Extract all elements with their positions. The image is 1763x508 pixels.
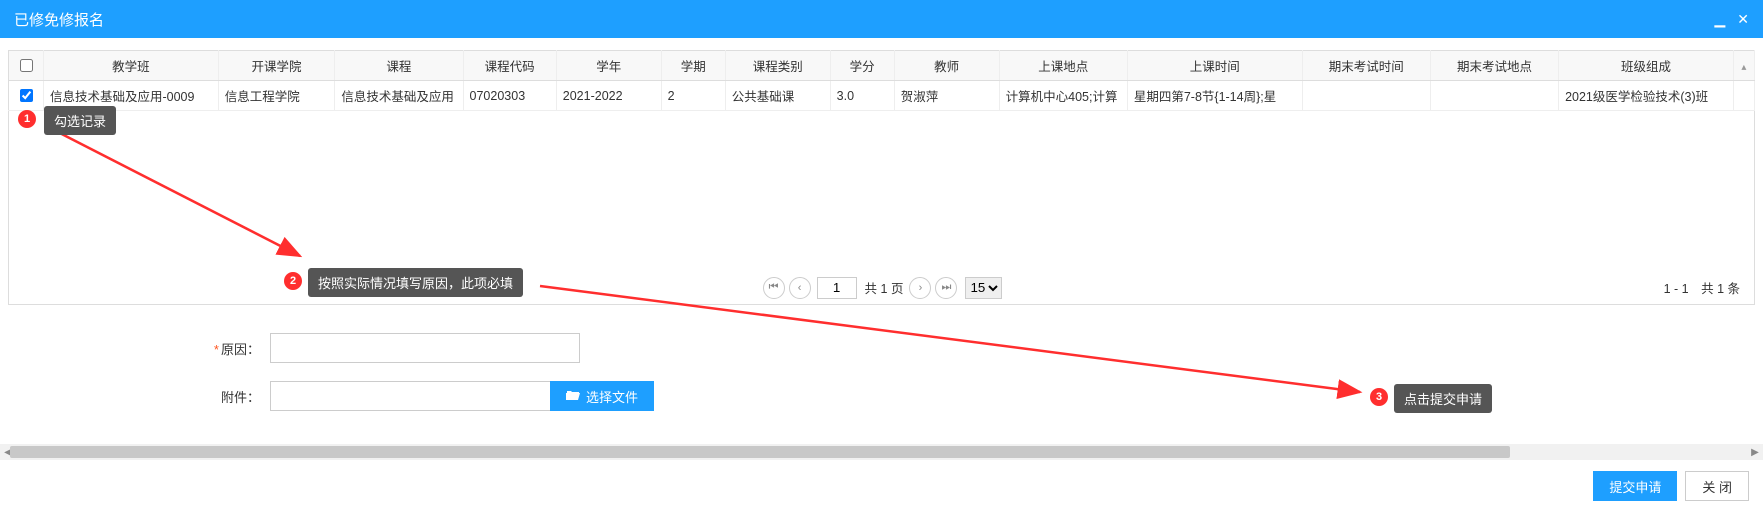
data-table: 教学班开课学院课程课程代码学年学期课程类别学分教师上课地点上课时间期末考试时间期… [8, 50, 1755, 111]
table-cell: 信息工程学院 [218, 81, 335, 111]
table-cell: 信息技术基础及应用 [335, 81, 463, 111]
close-icon[interactable]: ✕ [1737, 11, 1749, 28]
column-header[interactable]: 教师 [894, 51, 999, 81]
next-page-button[interactable]: › [909, 277, 931, 299]
annotation-tip-1: 勾选记录 [44, 106, 116, 135]
column-header[interactable]: 开课学院 [218, 51, 335, 81]
attachment-display [270, 381, 550, 411]
choose-file-button[interactable]: 选择文件 [550, 381, 654, 411]
table-cell: 星期四第7-8节{1-14周};星 [1127, 81, 1302, 111]
column-header[interactable]: 学年 [556, 51, 661, 81]
table-empty-area [8, 111, 1755, 271]
horizontal-scrollbar[interactable]: ◀ ▶ [0, 444, 1763, 460]
submit-button[interactable]: 提交申请 [1593, 471, 1677, 501]
column-header[interactable]: 上课地点 [999, 51, 1127, 81]
column-header[interactable]: 上课时间 [1127, 51, 1302, 81]
table-cell: 2021级医学检验技术(3)班 [1559, 81, 1734, 111]
column-header[interactable]: 期末考试地点 [1430, 51, 1558, 81]
titlebar: 已修免修报名 ▁ ✕ [0, 0, 1763, 38]
table-cell: 公共基础课 [725, 81, 830, 111]
close-button[interactable]: 关 闭 [1685, 471, 1749, 501]
scrollbar-thumb[interactable] [10, 446, 1510, 458]
annotation-badge-2: 2 [284, 272, 302, 290]
column-header[interactable]: 课程代码 [463, 51, 556, 81]
annotation-tip-2: 按照实际情况填写原因，此项必填 [308, 268, 523, 297]
column-header[interactable]: 学分 [830, 51, 894, 81]
column-header[interactable]: 学期 [661, 51, 725, 81]
select-all-checkbox[interactable] [20, 59, 33, 72]
first-page-button[interactable]: ⏮ [763, 277, 785, 299]
total-pages-label: 共 1 页 [865, 278, 904, 297]
table-cell: 2 [661, 81, 725, 111]
window-title: 已修免修报名 [14, 9, 104, 30]
table-cell: 2021-2022 [556, 81, 661, 111]
page-size-select[interactable]: 15 [965, 277, 1002, 299]
table-cell: 3.0 [830, 81, 894, 111]
footer: 提交申请 关 闭 [0, 464, 1763, 508]
pager: ⏮ ‹ 共 1 页 › ⏭ 15 1 - 1 共 1 条 [8, 271, 1755, 305]
last-page-button[interactable]: ⏭ [935, 277, 957, 299]
row-checkbox[interactable] [20, 89, 33, 102]
annotation-badge-1: 1 [18, 110, 36, 128]
folder-open-icon [566, 389, 580, 404]
minimize-icon[interactable]: ▁ [1714, 11, 1725, 28]
column-header[interactable]: 课程 [335, 51, 463, 81]
page-number-input[interactable] [817, 277, 857, 299]
column-header[interactable]: 班级组成 [1559, 51, 1734, 81]
annotation-badge-3: 3 [1370, 388, 1388, 406]
table-cell [1430, 81, 1558, 111]
attachment-label: 附件： [20, 387, 270, 406]
table-cell: 计算机中心405;计算 [999, 81, 1127, 111]
pager-summary: 1 - 1 共 1 条 [1664, 278, 1740, 297]
scroll-right-arrow-icon[interactable]: ▶ [1747, 444, 1763, 460]
table-cell: 贺淑萍 [894, 81, 999, 111]
column-header[interactable]: 期末考试时间 [1302, 51, 1430, 81]
column-header[interactable]: 课程类别 [725, 51, 830, 81]
reason-label: *原因： [20, 339, 270, 358]
scroll-up-arrow-icon[interactable]: ▴ [1741, 62, 1746, 73]
column-header[interactable]: 教学班 [43, 51, 218, 81]
table-cell [1302, 81, 1430, 111]
prev-page-button[interactable]: ‹ [789, 277, 811, 299]
reason-input[interactable] [270, 333, 580, 363]
annotation-tip-3: 点击提交申请 [1394, 384, 1492, 413]
table-cell: 07020303 [463, 81, 556, 111]
